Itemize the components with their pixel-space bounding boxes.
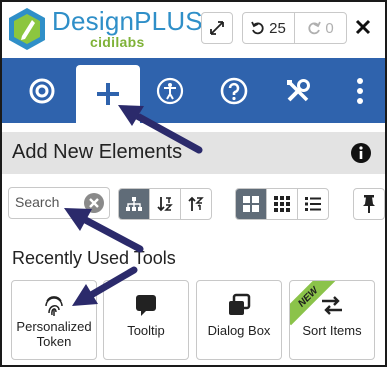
pin-icon	[363, 195, 375, 213]
undo-button[interactable]: 25	[243, 13, 294, 43]
info-icon[interactable]	[350, 142, 372, 164]
windows-icon	[229, 293, 251, 315]
accessibility-icon	[156, 77, 184, 104]
target-icon	[29, 78, 55, 103]
list-button[interactable]	[297, 189, 328, 219]
designplus-logo	[9, 8, 45, 50]
fingerprint-icon	[45, 296, 63, 316]
add-elements-header: Add New Elements	[2, 132, 385, 174]
nav-tab-more[interactable]	[328, 58, 385, 123]
grid-large-button[interactable]	[236, 189, 266, 219]
layout-button-group	[235, 188, 329, 220]
plus-icon	[97, 83, 119, 105]
hierarchy-icon	[126, 197, 142, 211]
tool-tile-label: Dialog Box	[207, 323, 271, 338]
brand-subtitle: cidilabs	[90, 34, 145, 50]
nav-tab-tools[interactable]	[266, 58, 330, 123]
nav-tab-add[interactable]	[76, 65, 140, 123]
close-icon	[355, 19, 371, 35]
expand-button[interactable]	[201, 12, 233, 44]
nav-tab-help[interactable]	[202, 58, 266, 123]
sort-desc-button[interactable]	[149, 189, 180, 219]
tool-tile-dialog-box[interactable]: Dialog Box	[196, 280, 282, 360]
speech-bubble-icon	[136, 295, 156, 316]
redo-button[interactable]: 0	[294, 13, 346, 43]
sort-asc-icon	[188, 196, 204, 211]
redo-icon	[308, 21, 322, 35]
tools-icon	[287, 78, 310, 101]
sort-desc-icon	[157, 197, 173, 212]
sort-button-group	[118, 188, 212, 220]
close-button[interactable]	[351, 14, 375, 40]
nav-tab-accessibility[interactable]	[138, 58, 202, 123]
tool-tile-sort-items[interactable]: NEW Sort Items	[289, 280, 375, 360]
designplus-panel: DesignPLUS cidilabs 25 0 Add New Element…	[0, 0, 387, 367]
recent-tools-title: Recently Used Tools	[12, 248, 176, 268]
tool-tile-label: Sort Items	[302, 323, 362, 338]
tool-tile-tooltip[interactable]: Tooltip	[103, 280, 189, 360]
grid-large-icon	[243, 196, 259, 212]
expand-icon	[210, 21, 224, 35]
nav-tab-design[interactable]	[10, 58, 74, 123]
header: DesignPLUS cidilabs 25 0	[2, 2, 385, 58]
main-nav	[2, 58, 385, 123]
hierarchy-button[interactable]	[119, 189, 149, 219]
tool-tile-label: Personalized Token	[16, 319, 92, 349]
section-title: Add New Elements	[12, 141, 183, 163]
tool-tile-personalized-token[interactable]: Personalized Token	[11, 280, 97, 360]
grid-small-icon	[274, 196, 290, 212]
grid-small-button[interactable]	[266, 189, 297, 219]
redo-count: 0	[325, 19, 334, 37]
help-icon	[220, 77, 248, 104]
search-box	[8, 187, 110, 219]
more-vertical-icon	[357, 77, 363, 104]
list-icon	[305, 197, 321, 211]
undo-icon	[251, 21, 264, 35]
brand-name: DesignPLUS	[52, 6, 203, 36]
tool-tile-label: Tooltip	[127, 323, 165, 338]
sort-asc-button[interactable]	[180, 189, 211, 219]
pin-button[interactable]	[353, 188, 385, 220]
clear-search-icon[interactable]	[83, 192, 105, 214]
undo-count: 25	[269, 19, 286, 37]
swap-arrows-icon	[322, 296, 342, 315]
undo-redo-group: 25 0	[242, 12, 347, 44]
search-input[interactable]	[15, 192, 77, 212]
